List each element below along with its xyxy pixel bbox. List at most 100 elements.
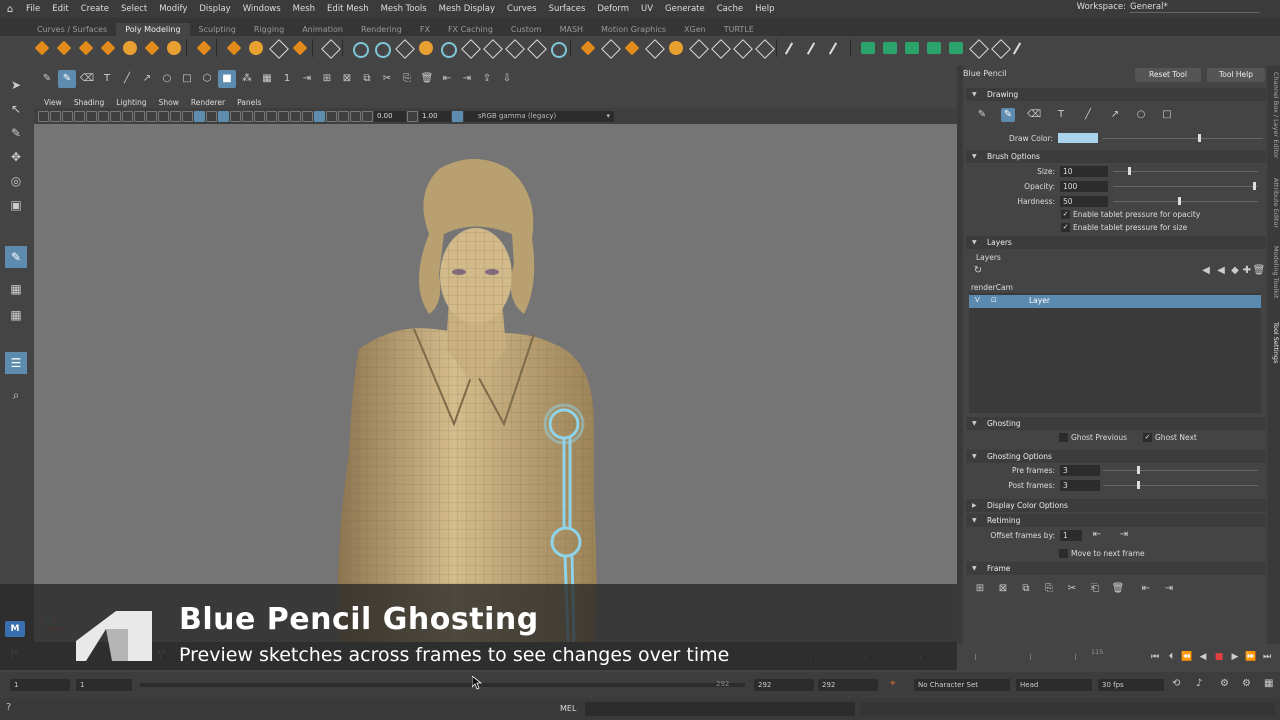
wireframe-on-shaded-icon[interactable]	[218, 110, 229, 122]
menu-edit[interactable]: Edit	[46, 4, 74, 14]
drawing-section-header[interactable]: Drawing	[966, 88, 1266, 101]
shelf-tab-poly-modeling[interactable]: Poly Modeling	[116, 23, 190, 36]
move-tool-icon[interactable]: ✥	[5, 146, 27, 168]
search-icon[interactable]: ⌕	[5, 384, 27, 406]
rectangle-icon[interactable]: □	[178, 70, 196, 88]
play-ghost-icon[interactable]: ⇥	[298, 70, 316, 88]
uv-cylindrical-icon[interactable]	[902, 39, 922, 57]
ghost-next-checkbox[interactable]: ✓	[1143, 433, 1152, 442]
lasso-tool-icon[interactable]: ↖	[5, 98, 27, 120]
safe-title-icon[interactable]	[182, 110, 193, 122]
post-frames-slider-knob[interactable]	[1137, 481, 1140, 489]
step-back-icon[interactable]: ⏪	[1180, 650, 1194, 664]
duplicate-frame-icon[interactable]: ⧉	[1019, 582, 1033, 596]
viewport-menu-shading[interactable]: Shading	[68, 98, 110, 107]
svg-tool-icon[interactable]	[290, 39, 310, 57]
arrow-icon[interactable]: ↗	[138, 70, 156, 88]
ellipse-icon[interactable]: ○	[1134, 108, 1148, 122]
checker-icon[interactable]	[968, 39, 988, 57]
platonic-solid-icon[interactable]	[194, 39, 214, 57]
shelf-tab-sculpting[interactable]: Sculpting	[190, 23, 245, 36]
opacity-slider[interactable]	[1113, 186, 1258, 187]
shelf-tab-xgen[interactable]: XGen	[675, 23, 715, 36]
play-forward-icon[interactable]: ▶	[1228, 650, 1242, 664]
menu-help[interactable]: Help	[749, 4, 780, 14]
anim-prefs-icon[interactable]: ⚙	[1242, 678, 1251, 689]
draw-color-slider[interactable]	[1103, 138, 1263, 139]
command-input[interactable]	[585, 702, 855, 716]
crease-tool-icon[interactable]	[784, 39, 804, 57]
range-slider-track[interactable]	[140, 683, 745, 687]
pencil-icon[interactable]: ✎	[975, 108, 989, 122]
wireframe-icon[interactable]	[194, 110, 205, 122]
eraser-icon[interactable]: ⌫	[1027, 108, 1041, 122]
poly-torus-icon[interactable]	[120, 39, 140, 57]
pivot-icon[interactable]: ⁂	[238, 70, 256, 88]
view-transform-dropdown[interactable]: sRGB gamma (legacy)	[464, 110, 614, 122]
wedge-icon[interactable]	[754, 39, 774, 57]
layer-name[interactable]: Layer	[1029, 296, 1050, 305]
film-gate-icon[interactable]	[122, 110, 133, 122]
play-backward-icon[interactable]: ◀	[1196, 650, 1210, 664]
cut-frame-icon[interactable]: ✂	[1065, 582, 1079, 596]
image-plane-icon[interactable]	[74, 110, 85, 122]
shelf-tab-rigging[interactable]: Rigging	[245, 23, 293, 36]
display-color-options-header[interactable]: Display Color Options	[966, 499, 1266, 512]
offset-frames-field[interactable]: 1	[1060, 530, 1082, 541]
workspace-value[interactable]: General*	[1130, 2, 1260, 13]
grease-pencil-icon[interactable]	[98, 110, 109, 122]
grid-toggle-icon[interactable]	[110, 110, 121, 122]
menu-edit-mesh[interactable]: Edit Mesh	[321, 4, 375, 14]
smooth-icon[interactable]	[394, 39, 414, 57]
reset-tool-button[interactable]: Reset Tool	[1135, 68, 1201, 82]
four-pane-icon[interactable]: ▦	[5, 304, 27, 326]
connect-icon[interactable]	[622, 39, 642, 57]
panel-toggle-icon[interactable]: ▦	[1264, 678, 1273, 689]
layer-lock-icon[interactable]: ⊡	[991, 296, 997, 304]
viewport[interactable]	[34, 124, 957, 642]
side-tab-attribute-editor[interactable]: Attribute Editor	[1267, 178, 1280, 228]
frame-field[interactable]: 1	[278, 70, 296, 88]
2d-pan-zoom-icon[interactable]	[86, 110, 97, 122]
frame-section-header[interactable]: Frame	[966, 562, 1266, 575]
shelf-tab-motion-graphics[interactable]: Motion Graphics	[592, 23, 675, 36]
copy-frame-icon[interactable]: ⎘	[1042, 582, 1056, 596]
menu-surfaces[interactable]: Surfaces	[543, 4, 592, 14]
poly-sphere-icon[interactable]	[32, 39, 52, 57]
menu-select[interactable]: Select	[115, 4, 153, 14]
poly-cylinder-icon[interactable]	[76, 39, 96, 57]
add-frame-icon[interactable]: ⊞	[318, 70, 336, 88]
script-language-label[interactable]: MEL	[560, 704, 576, 713]
pressure-size-checkbox[interactable]: ✓	[1061, 223, 1070, 232]
next-frame-icon[interactable]: ⇥	[1162, 582, 1176, 596]
menu-modify[interactable]: Modify	[153, 4, 193, 14]
bridge-icon[interactable]	[482, 39, 502, 57]
brush-icon[interactable]: ✎	[1001, 108, 1015, 122]
menu-deform[interactable]: Deform	[591, 4, 635, 14]
motion-blur-icon[interactable]	[278, 110, 289, 122]
layer-visibility-toggle[interactable]: V	[975, 296, 980, 304]
shelf-tab-fx[interactable]: FX	[411, 23, 439, 36]
menu-mesh[interactable]: Mesh	[287, 4, 321, 14]
depth-of-field-icon[interactable]	[302, 110, 313, 122]
multi-cut-icon[interactable]	[548, 39, 568, 58]
bookmark-icon[interactable]	[62, 110, 73, 122]
camera-attributes-icon[interactable]	[50, 110, 61, 122]
super-shape-icon[interactable]	[224, 39, 244, 57]
viewport-menu-lighting[interactable]: Lighting	[110, 98, 152, 107]
uv-planar-icon[interactable]	[880, 39, 900, 57]
step-forward-icon[interactable]: ⏩	[1244, 650, 1258, 664]
arrow-icon[interactable]: ↗	[1108, 108, 1122, 122]
layer-row[interactable]: V ⊡ Layer	[969, 295, 1261, 308]
isolate-select-icon[interactable]	[314, 110, 325, 122]
key-settings-icon[interactable]: ⚙	[1220, 678, 1229, 689]
boolean-icon[interactable]	[416, 39, 436, 57]
color-swatch-icon[interactable]: ■	[218, 70, 236, 88]
brush-icon[interactable]: ✎	[58, 70, 76, 88]
sound-icon[interactable]: ♪	[1196, 678, 1202, 689]
menu-display[interactable]: Display	[193, 4, 236, 14]
trash-icon[interactable]: 🗑	[1111, 582, 1125, 596]
next-key-icon[interactable]: ⇥	[458, 70, 476, 88]
resolution-gate-icon[interactable]	[134, 110, 145, 122]
size-slider[interactable]	[1113, 171, 1258, 172]
